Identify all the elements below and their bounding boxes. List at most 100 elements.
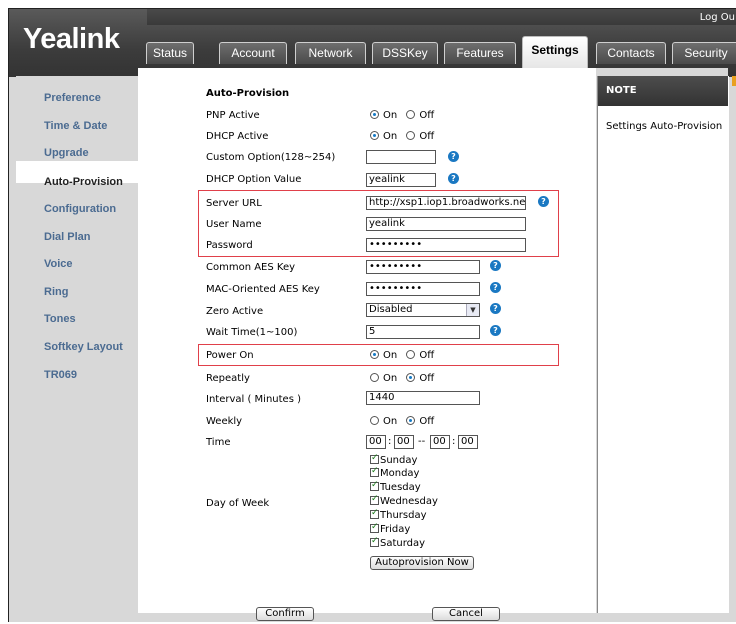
tab-dsskey[interactable]: DSSKey <box>372 42 438 64</box>
radio-empty-icon[interactable] <box>406 131 416 140</box>
mac-aes-key-label: MAC-Oriented AES Key <box>206 284 320 295</box>
server-url-label: Server URL <box>206 198 262 209</box>
sidebar-item-configuration[interactable]: Configuration <box>44 203 116 215</box>
checkbox-checked-icon[interactable] <box>370 536 379 547</box>
radio-selected-icon[interactable] <box>370 131 379 140</box>
day-saturday[interactable]: Saturday <box>370 536 425 549</box>
time-label: Time <box>206 437 231 448</box>
radio-empty-icon[interactable] <box>370 416 379 425</box>
sidebar-item-softkey-layout[interactable]: Softkey Layout <box>44 341 123 353</box>
day-monday[interactable]: Monday <box>370 466 419 479</box>
radio-empty-icon[interactable] <box>406 350 416 359</box>
note-title: NOTE <box>598 76 728 106</box>
tab-contacts[interactable]: Contacts <box>596 42 666 64</box>
power-on-on[interactable]: On <box>370 350 397 361</box>
day-wednesday[interactable]: Wednesday <box>370 494 438 507</box>
day-of-week-label: Day of Week <box>206 498 270 509</box>
dropdown-arrow-icon[interactable]: ▼ <box>466 304 479 316</box>
server-url-input[interactable]: http://xsp1.iop1.broadworks.net/dr <box>366 196 526 210</box>
mac-aes-key-input[interactable]: ••••••••• <box>366 282 480 296</box>
help-icon[interactable]: ? <box>490 260 501 271</box>
sidebar-item-ring[interactable]: Ring <box>44 286 68 298</box>
help-icon[interactable]: ? <box>448 151 459 162</box>
repeatly-on[interactable]: On <box>370 373 397 384</box>
tab-account[interactable]: Account <box>219 42 287 64</box>
help-icon[interactable]: ? <box>538 196 549 207</box>
checkbox-checked-icon[interactable] <box>370 453 379 464</box>
time-end-hour[interactable]: 00 <box>430 435 450 449</box>
power-on-radios: On Off <box>370 350 440 361</box>
repeatly-radios: On Off <box>370 373 440 384</box>
tab-security[interactable]: Security <box>672 42 736 64</box>
zero-active-label: Zero Active <box>206 306 264 317</box>
day-tuesday[interactable]: Tuesday <box>370 480 421 493</box>
pnp-active-off[interactable]: Off <box>406 110 434 121</box>
pnp-active-radios: On Off <box>370 110 440 121</box>
cancel-button[interactable]: Cancel <box>432 607 500 621</box>
wait-time-label: Wait Time(1~100) <box>206 327 298 338</box>
user-name-input[interactable]: yealink <box>366 217 526 231</box>
password-label: Password <box>206 240 253 251</box>
day-friday[interactable]: Friday <box>370 522 410 535</box>
tab-settings[interactable]: Settings <box>522 36 588 68</box>
sidebar-item-dial-plan[interactable]: Dial Plan <box>44 231 90 243</box>
logout-link[interactable]: Log Ou <box>700 12 735 23</box>
time-start-hour[interactable]: 00 <box>366 435 386 449</box>
tab-features[interactable]: Features <box>444 42 516 64</box>
zero-active-select[interactable]: Disabled ▼ <box>366 303 480 317</box>
confirm-button[interactable]: Confirm <box>256 607 314 621</box>
custom-option-label: Custom Option(128~254) <box>206 152 336 163</box>
help-icon[interactable]: ? <box>490 325 501 336</box>
tab-network[interactable]: Network <box>295 42 366 64</box>
help-icon[interactable]: ? <box>490 303 501 314</box>
interval-input[interactable]: 1440 <box>366 391 480 405</box>
radio-selected-icon[interactable] <box>370 350 379 359</box>
autoprovision-now-button[interactable]: Autoprovision Now <box>370 556 474 570</box>
checkbox-checked-icon[interactable] <box>370 494 379 505</box>
sidebar-item-tones[interactable]: Tones <box>44 313 76 325</box>
note-text: Settings Auto-Provision <box>606 121 723 132</box>
time-start-minute[interactable]: 00 <box>394 435 414 449</box>
radio-selected-icon[interactable] <box>406 416 416 425</box>
time-colon: : <box>452 436 456 447</box>
pnp-active-on[interactable]: On <box>370 110 397 121</box>
radio-empty-icon[interactable] <box>370 373 379 382</box>
common-aes-key-input[interactable]: ••••••••• <box>366 260 480 274</box>
checkbox-checked-icon[interactable] <box>370 466 379 477</box>
time-end-minute[interactable]: 00 <box>458 435 478 449</box>
password-input[interactable]: ••••••••• <box>366 238 526 252</box>
tab-status[interactable]: Status <box>146 42 194 64</box>
dhcp-active-off[interactable]: Off <box>406 131 434 142</box>
dhcp-active-on[interactable]: On <box>370 131 397 142</box>
sidebar-item-voice[interactable]: Voice <box>44 258 73 270</box>
day-thursday[interactable]: Thursday <box>370 508 427 521</box>
radio-selected-icon[interactable] <box>370 110 379 119</box>
checkbox-checked-icon[interactable] <box>370 522 379 533</box>
wait-time-input[interactable]: 5 <box>366 325 480 339</box>
weekly-on[interactable]: On <box>370 416 397 427</box>
custom-option-input[interactable] <box>366 150 436 164</box>
sidebar-item-tr069[interactable]: TR069 <box>44 369 77 381</box>
radio-selected-icon[interactable] <box>406 373 416 382</box>
repeatly-off[interactable]: Off <box>406 373 434 384</box>
checkbox-checked-icon[interactable] <box>370 508 379 519</box>
section-title: Auto-Provision <box>206 88 290 99</box>
sidebar-item-preference[interactable]: Preference <box>44 92 101 104</box>
dhcp-option-value-input[interactable]: yealink <box>366 173 436 187</box>
sidebar-item-upgrade[interactable]: Upgrade <box>44 147 89 159</box>
sidebar-item-auto-provision[interactable]: Auto-Provision <box>44 176 123 188</box>
zero-active-value: Disabled <box>369 304 413 315</box>
top-band: Log Ou <box>147 9 736 25</box>
help-icon[interactable]: ? <box>490 282 501 293</box>
power-on-off[interactable]: Off <box>406 350 434 361</box>
dhcp-active-label: DHCP Active <box>206 131 269 142</box>
help-icon[interactable]: ? <box>448 173 459 184</box>
time-colon: : <box>388 436 392 447</box>
sidebar-item-time-date[interactable]: Time & Date <box>44 120 107 132</box>
day-sunday[interactable]: Sunday <box>370 453 417 466</box>
radio-empty-icon[interactable] <box>406 110 416 119</box>
user-name-label: User Name <box>206 219 262 230</box>
checkbox-checked-icon[interactable] <box>370 480 379 491</box>
interval-label: Interval ( Minutes ) <box>206 394 301 405</box>
weekly-off[interactable]: Off <box>406 416 434 427</box>
